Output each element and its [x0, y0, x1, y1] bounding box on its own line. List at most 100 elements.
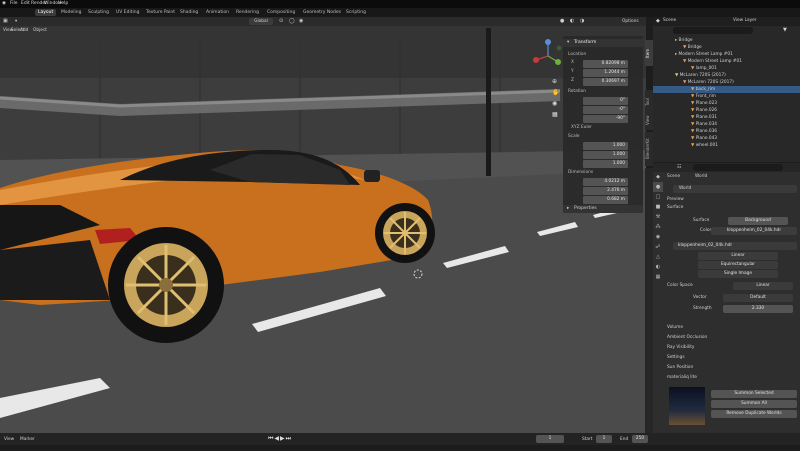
interpolation-dropdown[interactable]: Linear	[698, 252, 778, 260]
tab-scripting[interactable]: Scripting	[343, 9, 369, 16]
timeline-menu-marker[interactable]: Marker	[20, 437, 35, 442]
world-datablock[interactable]: World	[673, 185, 797, 193]
ambient-occlusion-panel[interactable]: Ambient Occlusion	[667, 335, 707, 340]
scale-x-field[interactable]: 1.000	[583, 142, 628, 150]
start-frame-field[interactable]: 1	[596, 435, 612, 443]
shading-material-icon[interactable]: ◐	[570, 18, 574, 24]
blender-logo-icon[interactable]: ◉	[2, 1, 6, 6]
outliner-row[interactable]: ▼ Modern Street Lamp #01	[653, 58, 800, 65]
outliner-row[interactable]: ▼ Plane.034	[653, 121, 800, 128]
3d-viewport[interactable]	[0, 18, 646, 433]
editor-type-icon[interactable]: ▣	[3, 18, 8, 24]
outliner-row-selected[interactable]: ▼ back_rim	[653, 86, 800, 93]
rotation-y-field[interactable]: -0°	[583, 106, 628, 114]
camera-icon[interactable]: ◉	[552, 98, 562, 109]
modifiers-tab-icon[interactable]: ⚒	[653, 212, 663, 222]
object-tab-icon[interactable]: ■	[653, 202, 663, 212]
color-space-dropdown[interactable]: Linear	[733, 282, 793, 290]
outliner-row[interactable]: ▼ Plane.026	[653, 107, 800, 114]
timeline-ruler[interactable]	[0, 445, 800, 451]
source-dropdown[interactable]: Single Image	[698, 270, 778, 278]
tab-item[interactable]: Item	[645, 40, 653, 66]
shading-solid-icon[interactable]: ●	[560, 18, 564, 24]
scene-selector[interactable]: Scene	[663, 18, 676, 23]
outliner-row[interactable]: ▼ McLaren 720S (2017)	[653, 72, 800, 79]
outliner-row[interactable]: ▼ Front_rim	[653, 93, 800, 100]
rotation-mode-dropdown[interactable]: XYZ Euler	[571, 125, 592, 130]
physics-tab-icon[interactable]: ◉	[653, 232, 663, 242]
location-x-field[interactable]: 0.82098 m	[583, 60, 628, 68]
tab-texture-paint[interactable]: Texture Paint	[143, 9, 178, 16]
outliner-row[interactable]: ▼ McLaren 720S (2017)	[653, 79, 800, 86]
surface-dropdown[interactable]: Background	[728, 217, 788, 225]
rotation-x-field[interactable]: 0°	[583, 97, 628, 105]
menu-add[interactable]: Add	[20, 28, 28, 33]
pivot-icon[interactable]: ⊙	[279, 18, 283, 24]
tab-animation[interactable]: Animation	[203, 9, 232, 16]
volume-panel[interactable]: Volume	[667, 325, 683, 330]
props-editor-icon[interactable]: ☷	[677, 164, 681, 170]
outliner-row[interactable]: ▼ Plane.043	[653, 135, 800, 142]
preview-panel[interactable]: Preview	[667, 197, 684, 202]
ray-visibility-panel[interactable]: Ray Visibility	[667, 345, 694, 350]
menu-object[interactable]: Object	[33, 28, 47, 33]
snap-icon[interactable]: ◯	[289, 18, 295, 24]
mode-select-icon[interactable]: ▾	[15, 19, 17, 24]
outliner-row[interactable]: ▸ Modern Street Lamp #01	[653, 51, 800, 58]
outliner-row[interactable]: ▼ Plane.023	[653, 100, 800, 107]
particles-tab-icon[interactable]: ⁂	[653, 222, 663, 232]
outliner-row[interactable]: ▼ Bridge	[653, 44, 800, 51]
current-frame-field[interactable]: 1	[536, 435, 564, 443]
outliner-row[interactable]: ▼ Plane.036	[653, 128, 800, 135]
materialiq-panel[interactable]: materialiq lite	[667, 375, 697, 380]
summon-selected-button[interactable]: Summon Selected	[711, 390, 797, 398]
tab-geometry-nodes[interactable]: Geometry Nodes	[300, 9, 344, 16]
tab-layout[interactable]: Layout	[35, 9, 57, 16]
color-dropdown[interactable]: kloppenheim_02_04k.hdr	[711, 227, 797, 235]
options-button[interactable]: Options	[622, 19, 639, 24]
zoom-icon[interactable]: ⊕	[552, 76, 562, 87]
jump-end-icon[interactable]: ⏭	[286, 435, 292, 442]
location-y-field[interactable]: 1.2044 m	[583, 69, 628, 77]
view-layer-selector[interactable]: View Layer	[733, 18, 757, 23]
proportional-icon[interactable]: ◉	[299, 18, 303, 24]
world-tab-icon[interactable]: ●	[653, 182, 663, 192]
end-frame-field[interactable]: 250	[632, 435, 648, 443]
summon-all-button[interactable]: Summon All	[711, 400, 797, 408]
remove-duplicate-worlds-button[interactable]: Remove Duplicate Worlds	[711, 410, 797, 418]
scale-y-field[interactable]: 1.000	[583, 151, 628, 159]
outliner-row[interactable]: ▼ wheel.001	[653, 142, 800, 149]
menu-file[interactable]: File	[10, 1, 18, 6]
menu-help[interactable]: Help	[58, 1, 68, 6]
texture-tab-icon[interactable]: ▦	[653, 272, 663, 282]
constraints-tab-icon[interactable]: ☍	[653, 242, 663, 252]
location-z-field[interactable]: 0.30697 m	[583, 78, 628, 86]
orientation-dropdown[interactable]: Global	[249, 18, 273, 25]
pan-hand-icon[interactable]: ✋	[552, 87, 562, 98]
image-datablock[interactable]: kloppenheim_02_04k.hdr	[673, 242, 797, 250]
projection-dropdown[interactable]: Equirectangular	[698, 261, 778, 269]
tab-uv-editing[interactable]: UV Editing	[113, 9, 142, 16]
timeline-menu-view[interactable]: View	[4, 437, 14, 442]
dimensions-x-field[interactable]: 4.0212 m	[583, 178, 628, 186]
tab-view[interactable]: View	[645, 110, 653, 130]
tab-sculpting[interactable]: Sculpting	[85, 9, 112, 16]
outliner-search-input[interactable]	[673, 27, 753, 34]
outliner-row[interactable]: ▼ Plane.031	[653, 114, 800, 121]
rotation-z-field[interactable]: -90°	[583, 115, 628, 123]
dimensions-y-field[interactable]: 2.476 m	[583, 187, 628, 195]
outliner-row[interactable]: ▼ lamp_001	[653, 65, 800, 72]
tab-modeling[interactable]: Modeling	[58, 9, 84, 16]
scene-tab-icon[interactable]: ◆	[653, 172, 663, 182]
grid-icon[interactable]: ▦	[552, 109, 562, 120]
scene-icon[interactable]: ◆	[656, 18, 660, 24]
material-tab-icon[interactable]: ◐	[653, 262, 663, 272]
dimensions-z-field[interactable]: 0.682 m	[583, 196, 628, 204]
data-tab-icon[interactable]: △	[653, 252, 663, 262]
outliner-row[interactable]: ▸ Bridge	[653, 37, 800, 44]
shading-rendered-icon[interactable]: ◑	[580, 18, 584, 24]
menu-edit[interactable]: Edit	[21, 1, 30, 6]
properties-search-input[interactable]	[693, 164, 783, 171]
navigation-gizmo[interactable]	[530, 38, 566, 74]
strength-field[interactable]: 2.330	[723, 305, 793, 313]
